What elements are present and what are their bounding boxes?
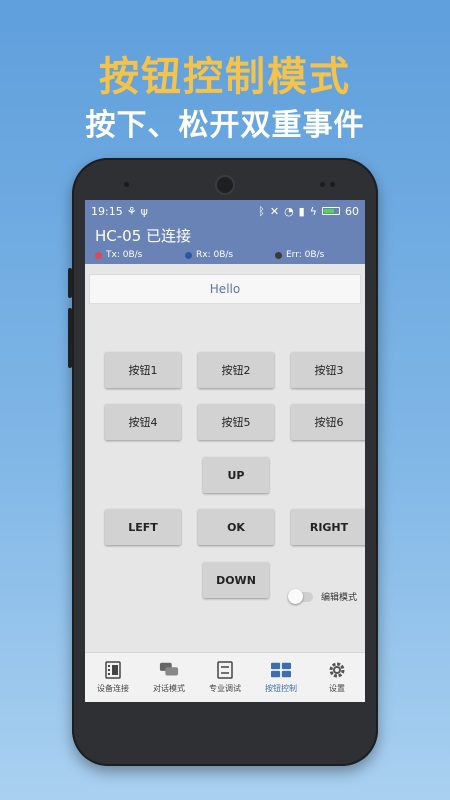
nav-label: 按钮控制 [265,684,297,693]
err-label: Err: 0B/s [286,250,325,260]
button-5[interactable]: 按钮5 [198,404,274,440]
rx-dot-icon [185,251,192,259]
wifi-icon: ◔ [284,204,294,218]
promo-subline: 按下、松开双重事件 [85,108,365,143]
power-button [68,308,72,368]
err-dot-icon [275,251,282,259]
nav-label: 对话模式 [153,684,185,693]
device-connect-icon [103,661,123,679]
nav-device-connect[interactable]: 设备连接 [85,653,141,702]
sensor-dot [330,182,335,187]
edit-mode-toggle[interactable] [287,588,313,604]
mute-icon: ✕ [269,204,280,218]
rx-stat: Rx: 0B/s [185,250,275,260]
battery-level: 60 [345,204,359,218]
app-screen: 19:15 ⚘ ψ ᛒ ✕ ◔ ▮ ϟ 60 HC-05 已连接 Tx: 0B/… [85,200,365,702]
status-bar: 19:15 ⚘ ψ ᛒ ✕ ◔ ▮ ϟ 60 [85,200,365,222]
bottom-navigation: 设备连接 对话模式 专业调试 按钮控制 设置 [85,652,365,702]
battery-icon [322,207,340,215]
usb-icon: ψ [140,204,148,218]
gear-icon [327,661,347,679]
sensor-dot [320,182,325,187]
edit-mode-label: 编辑模式 [320,593,357,603]
status-time: 19:15 [91,204,123,218]
tx-label: Tx: 0B/s [106,250,143,260]
chat-icon [159,661,179,679]
button-grid-icon [271,661,291,679]
promo-headline: 按钮控制模式 [99,54,351,100]
button-4[interactable]: 按钮4 [105,404,181,440]
button-6[interactable]: 按钮6 [291,404,365,440]
connection-title: HC-05 已连接 [95,227,192,245]
debug-icon [215,661,235,679]
err-stat: Err: 0B/s [275,250,324,260]
left-button[interactable]: LEFT [105,509,181,545]
bluetooth-icon: ᛒ [258,204,265,218]
ok-button[interactable]: OK [198,509,274,545]
button-1[interactable]: 按钮1 [105,352,181,388]
down-button[interactable]: DOWN [203,562,269,598]
traffic-stats: Tx: 0B/s Rx: 0B/s Err: 0B/s [95,250,355,260]
nav-chat-mode[interactable]: 对话模式 [141,653,197,702]
tx-stat: Tx: 0B/s [95,250,185,260]
sensor-dot [124,182,129,187]
nav-label: 设置 [329,684,345,693]
button-3[interactable]: 按钮3 [291,352,365,388]
tx-dot-icon [95,251,102,259]
nav-label: 专业调试 [209,684,241,693]
nav-pro-debug[interactable]: 专业调试 [197,653,253,702]
nav-label: 设备连接 [97,684,129,693]
button-2[interactable]: 按钮2 [198,352,274,388]
up-button[interactable]: UP [203,457,269,493]
phone-frame: 19:15 ⚘ ψ ᛒ ✕ ◔ ▮ ϟ 60 HC-05 已连接 Tx: 0B/… [68,158,378,766]
rx-label: Rx: 0B/s [196,250,234,260]
right-button[interactable]: RIGHT [291,509,365,545]
fan-icon: ⚘ [126,204,137,218]
nav-settings[interactable]: 设置 [309,653,365,702]
edit-mode-row: 编辑模式 [287,588,357,604]
signal-icon: ▮ [298,204,305,218]
nav-button-control[interactable]: 按钮控制 [253,653,309,702]
front-camera [215,175,235,195]
charging-icon: ϟ [309,204,317,218]
app-bar: HC-05 已连接 Tx: 0B/s Rx: 0B/s Err: 0B/s [85,222,365,264]
received-message-box: Hello [89,274,361,304]
volume-button [68,268,72,298]
